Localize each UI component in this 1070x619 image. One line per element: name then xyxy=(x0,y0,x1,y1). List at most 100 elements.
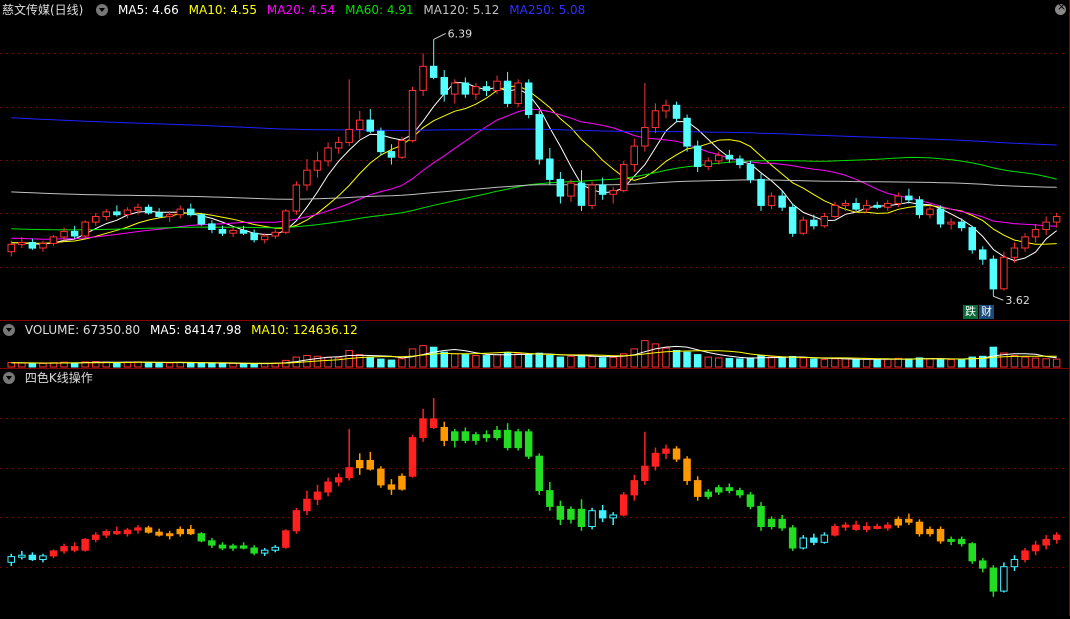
candle-body xyxy=(609,190,617,195)
indicator-body xyxy=(123,529,132,535)
indicator-body xyxy=(989,567,998,592)
candle-body xyxy=(1021,236,1029,249)
candle-body xyxy=(862,204,871,210)
candle-body xyxy=(957,221,966,229)
volume-bar xyxy=(778,357,786,368)
volume-bar xyxy=(567,355,575,368)
volume-bar xyxy=(472,355,480,368)
volume-header: VOLUME: 67350.80 MA5: 84147.98 MA10: 124… xyxy=(0,321,364,339)
candle-body xyxy=(482,86,491,91)
dropdown-icon[interactable] xyxy=(3,324,15,336)
indicator-body xyxy=(229,545,237,549)
candle-body xyxy=(356,119,364,130)
candle-body xyxy=(187,208,195,216)
indicator-body xyxy=(736,490,744,496)
candle-body xyxy=(81,221,89,237)
volume-bar xyxy=(440,351,448,368)
finance-badge[interactable]: 财 xyxy=(979,305,994,319)
indicator-label: 四色K线操作 xyxy=(24,371,93,385)
close-icon[interactable] xyxy=(1055,0,1066,15)
volume-bar xyxy=(461,354,470,368)
candle-body xyxy=(725,154,734,160)
candle-body xyxy=(113,211,121,216)
candle-body xyxy=(408,90,417,142)
candle-body xyxy=(546,158,554,180)
indicator-chart[interactable] xyxy=(0,369,1070,616)
indicator-body xyxy=(1010,559,1019,568)
volume-bar xyxy=(905,358,913,368)
volume-bar xyxy=(820,359,829,368)
candle-body xyxy=(788,206,797,234)
candle-body xyxy=(303,169,311,186)
volume-bar xyxy=(852,358,860,368)
fall-badge[interactable]: 跌 xyxy=(963,305,978,319)
volume-bar xyxy=(609,356,617,368)
candle-body xyxy=(134,206,142,211)
volume-bar xyxy=(197,362,206,368)
high-label: 6.39 xyxy=(448,27,473,40)
indicator-body xyxy=(345,467,353,479)
indicator-body xyxy=(841,524,850,528)
indicator-pane[interactable] xyxy=(0,369,1070,616)
volume-bar xyxy=(598,357,607,368)
indicator-body xyxy=(884,524,892,529)
candle-body xyxy=(577,182,586,206)
candle-body xyxy=(852,203,860,210)
candle-body xyxy=(324,147,332,162)
indicator-body xyxy=(936,528,945,542)
volume-bar xyxy=(662,347,670,368)
candle-body xyxy=(239,229,248,234)
volume-bar xyxy=(810,358,818,368)
candle-body xyxy=(746,164,755,180)
indicator-body xyxy=(746,494,755,507)
volume-bar xyxy=(187,362,195,368)
indicator-body xyxy=(113,531,121,535)
indicator-body xyxy=(873,526,881,529)
candle-body xyxy=(1042,221,1050,231)
indicator-body xyxy=(968,543,976,562)
candle-body xyxy=(588,184,596,206)
candle-body xyxy=(556,178,565,197)
indicator-body xyxy=(926,528,934,535)
volume-bar xyxy=(398,358,406,368)
indicator-body xyxy=(957,538,966,545)
indicator-body xyxy=(704,491,712,497)
candle-body xyxy=(92,216,100,223)
price-chart[interactable]: 6.39 3.62 xyxy=(0,0,1070,320)
volume-bar xyxy=(419,345,427,368)
volume-bar xyxy=(535,352,543,368)
indicator-body xyxy=(588,510,596,527)
indicator-body xyxy=(609,514,617,519)
indicator-body xyxy=(894,518,902,526)
indicator-body xyxy=(598,510,607,519)
dropdown-icon[interactable] xyxy=(96,4,109,16)
candle-body xyxy=(366,119,374,132)
candle-body xyxy=(524,82,533,115)
volume-bar xyxy=(672,350,681,368)
indicator-body xyxy=(662,448,670,454)
volume-bar xyxy=(799,357,807,368)
volume-bar xyxy=(651,343,660,368)
volume-ma10-label: MA10: 124636.12 xyxy=(251,323,358,337)
indicator-body xyxy=(556,505,565,520)
indicator-body xyxy=(81,538,89,551)
indicator-body xyxy=(218,544,227,549)
indicator-body xyxy=(820,534,829,543)
indicator-body xyxy=(725,487,734,492)
indicator-body xyxy=(187,528,195,535)
indicator-body xyxy=(905,518,913,523)
indicator-body xyxy=(18,554,26,558)
price-pane[interactable]: 6.39 3.62 xyxy=(0,0,1070,320)
ma250-line xyxy=(11,117,1057,146)
volume-bar xyxy=(831,358,839,368)
volume-bar xyxy=(1052,358,1061,368)
dropdown-icon[interactable] xyxy=(3,372,15,384)
indicator-body xyxy=(260,549,269,554)
candle-body xyxy=(398,140,406,158)
candle-body xyxy=(662,104,670,112)
candle-body xyxy=(884,203,892,208)
indicator-body xyxy=(271,546,279,551)
ma20-label: MA20: 4.54 xyxy=(266,3,336,17)
volume-bar xyxy=(957,358,966,368)
ma10-label: MA10: 4.55 xyxy=(188,3,258,17)
